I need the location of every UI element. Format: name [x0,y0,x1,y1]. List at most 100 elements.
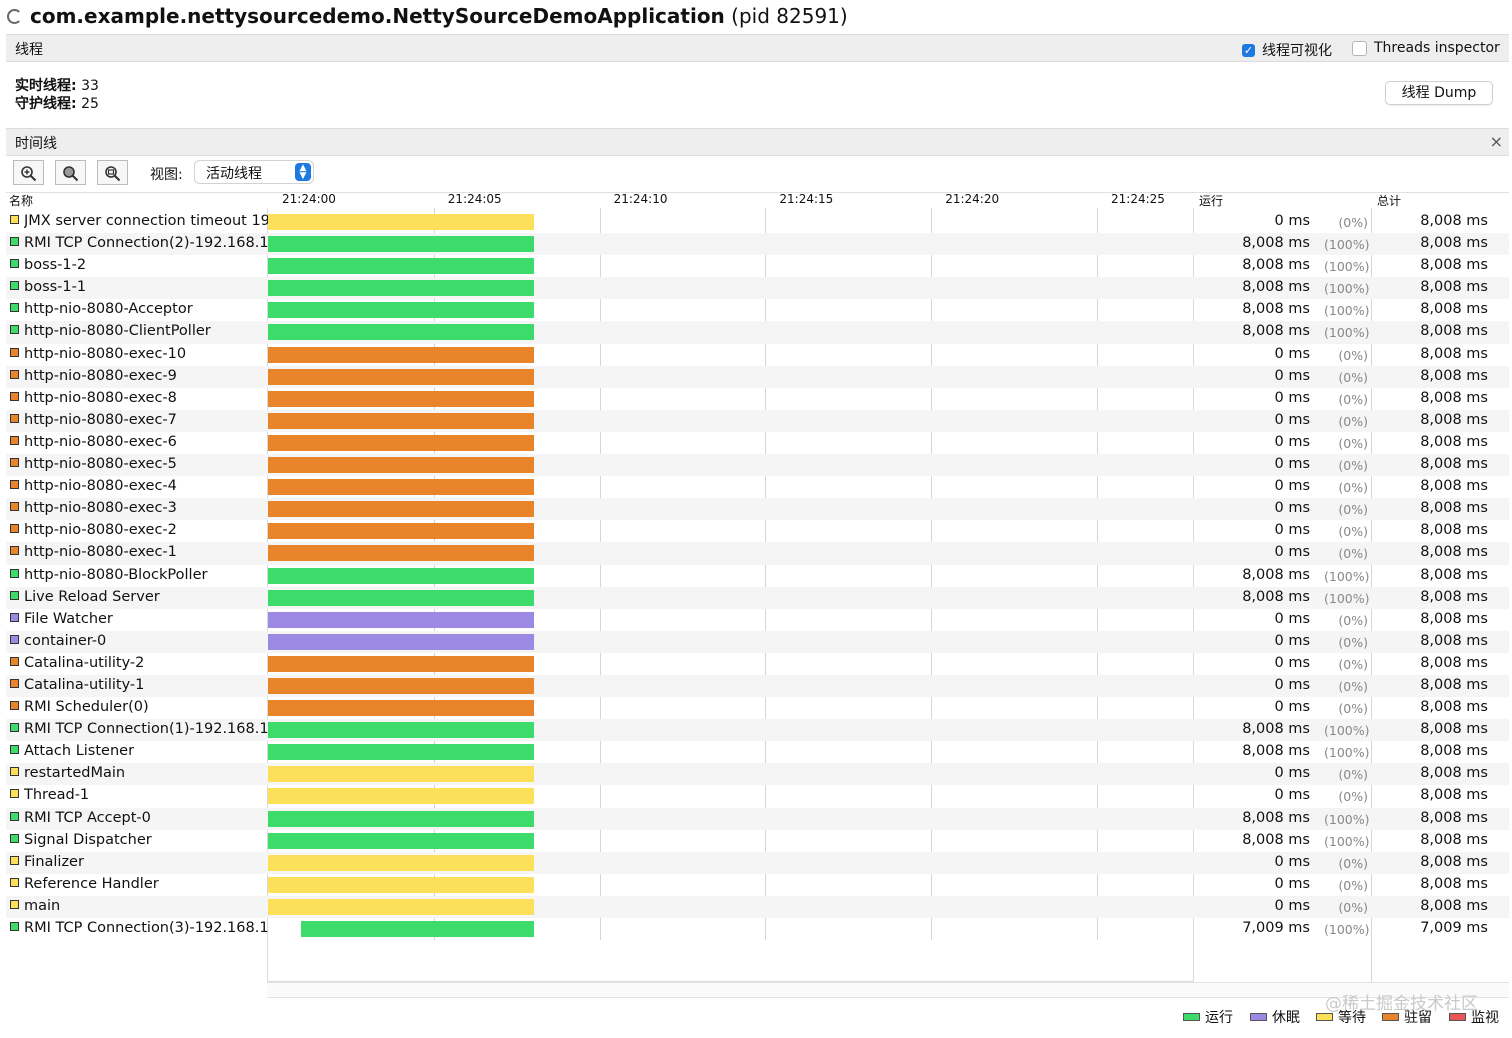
thread-timeline-bar[interactable] [268,677,534,694]
thread-state-swatch [10,435,19,445]
view-select[interactable]: 活动线程 ▲ ▼ [195,161,313,183]
thread-row[interactable]: http-nio-8080-ClientPoller 8,008 ms (100%)… [6,321,1509,344]
thread-timeline-bar[interactable] [268,876,534,893]
thread-timeline-bar[interactable] [268,700,534,717]
thread-timeline-bar[interactable] [268,788,534,805]
thread-name: RMI TCP Connection(1)-192.168.1.9 [24,721,268,738]
zoom-out-button[interactable] [55,160,86,185]
thread-row[interactable]: http-nio-8080-exec-9 0 ms (0%) 8,008 ms [6,365,1509,388]
thread-row[interactable]: Live Reload Server 8,008 ms (100%) 8,008 ms [6,586,1509,609]
thread-name: http-nio-8080-exec-5 [24,456,177,473]
thread-row[interactable]: http-nio-8080-Acceptor 8,008 ms (100%) 8,00… [6,299,1509,321]
thread-name: JMX server connection timeout 194 [24,213,268,229]
thread-timeline-bar[interactable] [268,280,534,297]
thread-timeline-bar[interactable] [268,523,534,540]
thread-row[interactable]: Attach Listener 8,008 ms (100%) 8,008 ms [6,741,1509,763]
thread-timeline-bar[interactable] [268,832,534,849]
thread-row[interactable]: http-nio-8080-exec-2 0 ms (0%) 8,008 ms [6,520,1509,542]
close-icon[interactable]: × [1490,132,1503,151]
thread-timeline-bar[interactable] [268,368,534,385]
threads-inspector-toggle[interactable]: Threads inspector [1352,40,1500,56]
thread-name: Catalina-utility-2 [24,654,145,671]
thread-timeline-bar[interactable] [268,655,534,672]
thread-row[interactable]: http-nio-8080-exec-3 0 ms (0%) 8,008 ms [6,498,1509,521]
thread-timeline-bar[interactable] [268,236,534,253]
thread-row[interactable]: boss-1-1 8,008 ms (100%) 8,008 ms [6,277,1509,300]
thread-timeline-bar[interactable] [268,611,534,628]
thread-row[interactable]: RMI TCP Connection(2)-192.168.1.9 8,008 m… [6,233,1509,256]
thread-row[interactable]: Finalizer 0 ms (0%) 8,008 ms [6,851,1509,874]
thread-timeline-bar[interactable] [268,479,534,496]
thread-row[interactable]: JMX server connection timeout 194 0 ms (0%… [6,211,1509,233]
thread-timeline-bar[interactable] [268,766,534,783]
thread-row[interactable]: http-nio-8080-exec-6 0 ms (0%) 8,008 ms [6,432,1509,454]
threads-inspector-checkbox[interactable] [1352,40,1367,56]
thread-row[interactable]: http-nio-8080-exec-7 0 ms (0%) 8,008 ms [6,409,1509,432]
thread-row[interactable]: Thread-1 0 ms (0%) 8,008 ms [6,785,1509,807]
thread-name: Live Reload Server [24,588,160,605]
thread-timeline-bar[interactable] [268,457,534,474]
thread-row[interactable]: http-nio-8080-exec-4 0 ms (0%) 8,008 ms [6,476,1509,498]
thread-row[interactable]: boss-1-2 8,008 ms (100%) 8,008 ms [6,255,1509,277]
thread-row[interactable]: http-nio-8080-exec-10 0 ms (0%) 8,008 ms [6,344,1509,366]
thread-running-percent: (0%) [1338,656,1368,672]
thread-state-swatch [10,656,19,666]
thread-name: File Watcher [24,610,113,627]
thread-timeline-bar[interactable] [268,501,534,518]
thread-timeline-bar[interactable] [268,434,534,451]
thread-timeline-bar[interactable] [268,744,534,761]
thread-row[interactable]: File Watcher 0 ms (0%) 8,008 ms [6,609,1509,631]
column-header-running[interactable]: 运行 [1199,192,1223,208]
thread-row[interactable]: RMI TCP Connection(1)-192.168.1.9 8,008 m… [6,719,1509,742]
thread-row[interactable]: Reference Handler 0 ms (0%) 8,008 ms [6,874,1509,896]
zoom-fit-button[interactable] [97,160,128,185]
thread-timeline-bar[interactable] [268,633,534,650]
thread-timeline-bar[interactable] [301,921,534,937]
thread-row[interactable]: Signal Dispatcher 8,008 ms (100%) 8,008 ms [6,830,1509,852]
thread-timeline-bar[interactable] [268,346,534,363]
thread-timeline-bar[interactable] [268,214,534,230]
thread-name: Finalizer [24,853,84,870]
thread-timeline-bar[interactable] [268,412,534,429]
window-title: com.example.nettysourcedemo.NettySourceD… [30,4,848,28]
thread-running-time: 8,008 ms [1242,721,1310,738]
threads-section-header: 线程 ✓ 线程可视化 Threads inspector [6,34,1509,62]
column-header-total[interactable]: 总计 [1377,192,1401,208]
thread-timeline-bar[interactable] [268,302,534,319]
visualize-toggle[interactable]: ✓ 线程可视化 [1242,40,1332,60]
thread-timeline-bar[interactable] [268,810,534,827]
thread-row[interactable]: http-nio-8080-exec-8 0 ms (0%) 8,008 ms [6,388,1509,410]
zoom-in-button[interactable] [13,160,44,185]
thread-timeline-bar[interactable] [268,390,534,407]
thread-timeline-bar[interactable] [268,589,534,606]
thread-row[interactable]: http-nio-8080-exec-1 0 ms (0%) 8,008 ms [6,542,1509,565]
thread-timeline-bar[interactable] [268,567,534,584]
thread-dump-button[interactable]: 线程 Dump [1385,81,1493,105]
thread-row[interactable]: Catalina-utility-2 0 ms (0%) 8,008 ms [6,653,1509,675]
thread-timeline-bar[interactable] [268,545,534,562]
thread-running-time: 0 ms [1274,853,1310,870]
thread-row[interactable]: RMI TCP Accept-0 8,008 ms (100%) 8,008 ms [6,807,1509,830]
visualize-checkbox[interactable]: ✓ [1242,43,1255,57]
thread-timeline-bar[interactable] [268,324,534,341]
thread-running-time: 0 ms [1274,699,1310,716]
thread-row[interactable]: main 0 ms (0%) 8,008 ms [6,895,1509,918]
thread-running-percent: (0%) [1338,480,1368,496]
horizontal-scrollbar[interactable] [267,982,1509,998]
thread-row[interactable]: RMI Scheduler(0) 0 ms (0%) 8,008 ms [6,697,1509,719]
thread-row[interactable]: http-nio-8080-exec-5 0 ms (0%) 8,008 ms [6,454,1509,477]
thread-timeline-bar[interactable] [268,898,534,915]
thread-row[interactable]: restartedMain 0 ms (0%) 8,008 ms [6,763,1509,786]
pid-label: (pid 82591) [731,4,848,28]
thread-row[interactable]: http-nio-8080-BlockPoller 8,008 ms (100%) 8… [6,565,1509,587]
thread-row[interactable]: container-0 0 ms (0%) 8,008 ms [6,630,1509,653]
column-header-name[interactable]: 名称 [9,192,33,208]
thread-row[interactable]: RMI TCP Connection(3)-192.168.1.9 7,009 m… [6,918,1509,940]
thread-timeline-bar[interactable] [268,722,534,739]
legend-swatch [1316,1013,1333,1021]
thread-timeline-bar[interactable] [268,258,534,275]
thread-total-time: 8,008 ms [1420,897,1488,914]
thread-timeline-bar[interactable] [268,854,534,871]
app-name: com.example.nettysourcedemo.NettySourceD… [30,4,725,28]
thread-row[interactable]: Catalina-utility-1 0 ms (0%) 8,008 ms [6,674,1509,698]
